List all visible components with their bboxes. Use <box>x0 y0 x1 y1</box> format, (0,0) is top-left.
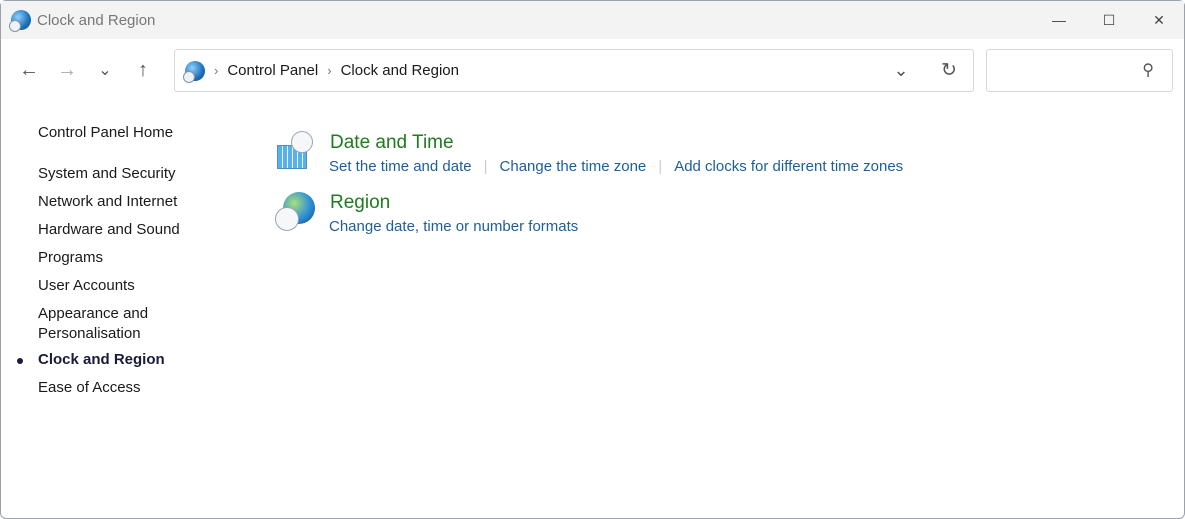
sidebar-item-programs[interactable]: Programs <box>38 248 103 268</box>
up-button[interactable]: ↑ <box>124 59 162 82</box>
sidebar-item-user-accounts[interactable]: User Accounts <box>38 276 135 296</box>
address-bar[interactable]: › Control Panel › Clock and Region ⌄ ↻ <box>174 49 974 92</box>
set-time-date-link[interactable]: Set the time and date <box>329 158 472 175</box>
recent-locations-button[interactable]: ⌄ <box>86 60 124 80</box>
add-clocks-link[interactable]: Add clocks for different time zones <box>674 158 903 175</box>
divider: | <box>483 158 488 175</box>
sidebar-item-system-security[interactable]: System and Security <box>38 164 176 184</box>
sidebar-item-network-internet[interactable]: Network and Internet <box>38 192 177 212</box>
active-bullet <box>17 358 23 364</box>
sidebar-item-clock-region[interactable]: Clock and Region <box>17 350 165 370</box>
maximize-button[interactable]: ☐ <box>1084 1 1134 39</box>
chevron-right-icon: › <box>327 63 332 78</box>
breadcrumb-clock-and-region[interactable]: Clock and Region <box>341 62 459 79</box>
region-heading[interactable]: Region <box>330 192 390 214</box>
minimize-button[interactable]: — <box>1034 1 1084 39</box>
date-time-icon <box>275 131 315 171</box>
forward-button[interactable]: → <box>48 59 86 82</box>
refresh-button[interactable]: ↻ <box>925 59 973 82</box>
title-bar: Clock and Region — ☐ ✕ <box>1 1 1184 39</box>
change-time-zone-link[interactable]: Change the time zone <box>500 158 647 175</box>
divider: | <box>658 158 663 175</box>
address-dropdown-button[interactable]: ⌄ <box>877 60 925 81</box>
clock-region-icon <box>9 10 31 32</box>
search-icon: ⚲ <box>1142 62 1154 79</box>
close-button[interactable]: ✕ <box>1134 1 1184 39</box>
navigation-bar: ← → ⌄ ↑ › Control Panel › Clock and Regi… <box>1 39 1184 101</box>
sidebar-item-control-panel-home[interactable]: Control Panel Home <box>38 123 173 143</box>
region-globe-icon <box>275 191 317 233</box>
sidebar-item-appearance[interactable]: Appearance and Personalisation <box>38 304 168 344</box>
sidebar-item-hardware-sound[interactable]: Hardware and Sound <box>38 220 180 240</box>
breadcrumb-control-panel[interactable]: Control Panel <box>227 62 318 79</box>
change-formats-link[interactable]: Change date, time or number formats <box>329 218 578 235</box>
sidebar-item-ease-of-access[interactable]: Ease of Access <box>38 378 141 398</box>
chevron-right-icon: › <box>214 63 219 78</box>
sidebar-item-label: Clock and Region <box>38 351 165 368</box>
date-time-heading[interactable]: Date and Time <box>330 132 454 154</box>
clock-region-icon <box>183 60 205 83</box>
window-title: Clock and Region <box>37 11 156 29</box>
search-input[interactable]: ⚲ <box>986 49 1173 92</box>
back-button[interactable]: ← <box>10 59 48 82</box>
